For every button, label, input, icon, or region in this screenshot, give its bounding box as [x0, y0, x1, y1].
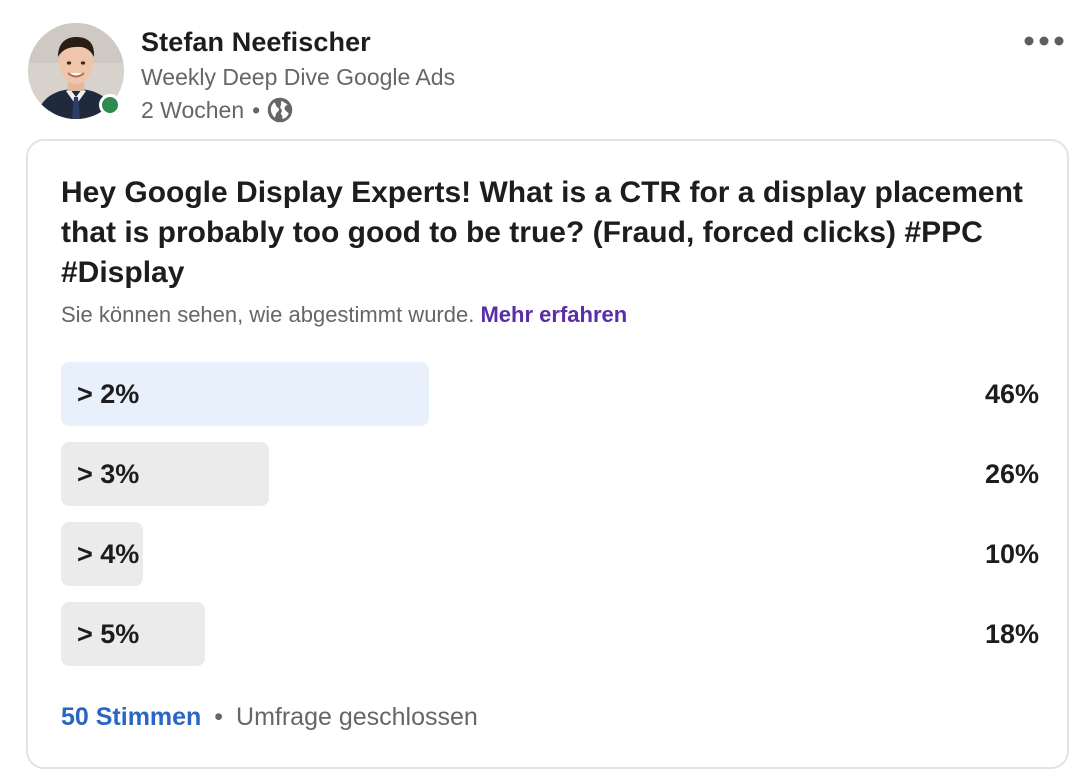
online-status-indicator — [99, 94, 121, 116]
poll-option-label: > 2% — [77, 379, 140, 409]
poll-option[interactable]: > 3% 26% — [61, 442, 1039, 506]
poll-visibility-note: Sie können sehen, wie abgestimmt wurde. … — [61, 302, 627, 328]
poll-option[interactable]: > 4% 10% — [61, 522, 1039, 586]
poll-option[interactable]: > 5% 18% — [61, 602, 1039, 666]
meta-separator: • — [252, 96, 261, 123]
post-time: 2 Wochen — [141, 96, 245, 123]
poll-question: Hey Google Display Experts! What is a CT… — [61, 176, 1023, 289]
author-headline: Weekly Deep Dive Google Ads — [141, 64, 456, 90]
post-meta: 2 Wochen • — [141, 95, 294, 125]
poll-footer: 50 Stimmen • Umfrage geschlossen — [61, 703, 478, 732]
poll-option[interactable]: > 2% 46% — [61, 362, 1039, 426]
poll-status: Umfrage geschlossen — [236, 703, 478, 731]
post-container: Stefan Neefischer Weekly Deep Dive Googl… — [0, 0, 1084, 778]
more-horizontal-icon — [1024, 36, 1064, 46]
poll-option-label: > 3% — [77, 459, 140, 489]
learn-more-link[interactable]: Mehr erfahren — [480, 302, 627, 327]
poll-option-percent: 18% — [984, 619, 1039, 649]
author-avatar[interactable] — [28, 23, 124, 119]
poll-card: Hey Google Display Experts! What is a CT… — [26, 139, 1069, 769]
poll-visibility-text: Sie können sehen, wie abgestimmt wurde. — [61, 302, 475, 327]
poll-option-percent: 46% — [984, 379, 1039, 409]
poll-option-percent: 26% — [984, 459, 1039, 489]
poll-option-label: > 4% — [77, 539, 140, 569]
more-options-button[interactable] — [1020, 26, 1068, 56]
footer-separator: • — [214, 703, 224, 731]
votes-count-link[interactable]: 50 Stimmen — [61, 703, 201, 731]
globe-icon — [266, 96, 294, 124]
author-name[interactable]: Stefan Neefischer — [141, 27, 371, 58]
poll-option-percent: 10% — [984, 539, 1039, 569]
poll-option-label: > 5% — [77, 619, 140, 649]
